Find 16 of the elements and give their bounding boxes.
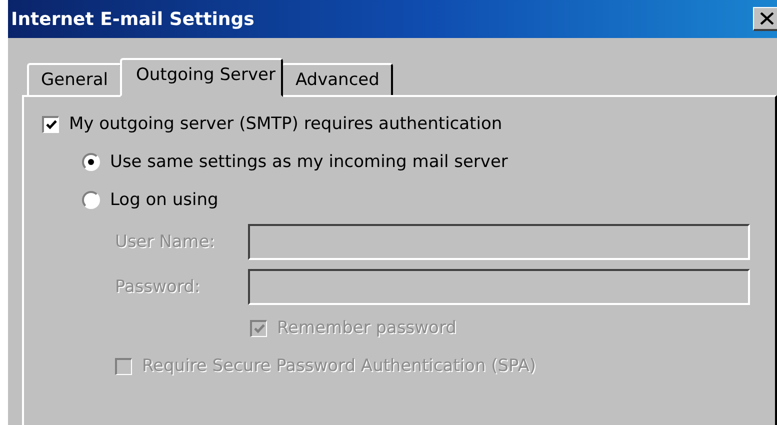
checkbox-label: Require Secure Password Authentication (SPA) xyxy=(142,356,536,376)
radio-button[interactable] xyxy=(82,191,100,209)
window-title: Internet E-mail Settings xyxy=(11,8,254,30)
radio-button[interactable] xyxy=(82,153,100,171)
close-icon xyxy=(760,12,774,25)
close-button[interactable] xyxy=(753,7,777,31)
checkbox[interactable] xyxy=(42,116,59,132)
tab[interactable]: Advanced xyxy=(281,63,394,95)
tab[interactable]: General xyxy=(27,63,122,95)
radio-label: Log on using xyxy=(110,190,218,210)
checkbox-label: Remember password xyxy=(277,318,456,338)
checkbox-label: My outgoing server (SMTP) requires authentication xyxy=(69,114,502,134)
radio-label: Use same settings as my incoming mail server xyxy=(110,152,508,172)
tab[interactable]: Outgoing Server xyxy=(120,58,284,97)
field-label: Password: xyxy=(115,276,202,296)
field-label: User Name: xyxy=(115,232,216,252)
